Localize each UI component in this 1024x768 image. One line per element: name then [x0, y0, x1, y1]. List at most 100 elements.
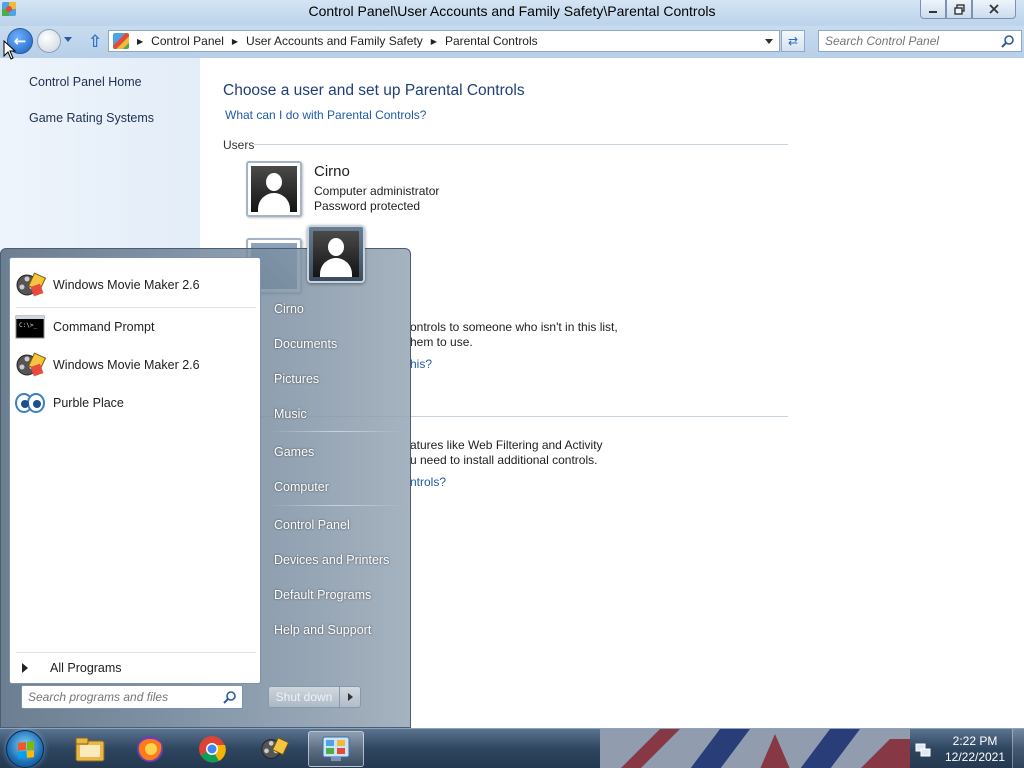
command-prompt-icon: C:\>_	[15, 315, 45, 339]
control-panel-icon	[113, 33, 129, 49]
all-programs-label: All Programs	[50, 661, 122, 675]
start-right-user[interactable]: Cirno	[274, 302, 304, 316]
start-menu: Windows Movie Maker 2.6 C:\>_ Command Pr…	[0, 225, 411, 728]
all-programs-button[interactable]: All Programs	[10, 656, 260, 680]
start-button[interactable]	[6, 730, 44, 768]
info-link[interactable]: ntrols?	[410, 475, 446, 489]
info-text: u need to install additional controls.	[410, 453, 598, 467]
start-right-games[interactable]: Games	[274, 445, 314, 459]
program-label: Purble Place	[53, 396, 124, 410]
caption-buttons	[920, 0, 1016, 19]
start-right-help-support[interactable]: Help and Support	[274, 623, 371, 637]
shutdown-options-button[interactable]	[339, 686, 361, 708]
start-right-pictures[interactable]: Pictures	[274, 372, 319, 386]
refresh-button[interactable]: ⇄	[781, 30, 805, 52]
chevron-right-icon[interactable]: ▶	[137, 37, 143, 46]
chevron-right-icon[interactable]: ▶	[431, 37, 437, 46]
minimize-button[interactable]	[920, 0, 946, 19]
close-icon	[989, 4, 999, 14]
address-bar[interactable]: ▶ Control Panel ▶ User Accounts and Fami…	[108, 30, 780, 52]
address-dropdown-icon[interactable]	[765, 38, 773, 44]
taskbar-movie-maker[interactable]	[246, 731, 302, 767]
taskbar: 2:22 PM 12/22/2021	[0, 728, 1024, 768]
shutdown-button[interactable]: Shut down	[268, 686, 340, 708]
chevron-right-icon[interactable]: ▶	[232, 37, 238, 46]
breadcrumb-parental-controls[interactable]: Parental Controls	[445, 34, 538, 48]
user-picture-cirno[interactable]	[246, 161, 302, 217]
start-right-divider	[267, 505, 405, 506]
info-text: atures like Web Filtering and Activity	[410, 438, 603, 452]
control-panel-home-link[interactable]: Control Panel Home	[29, 75, 142, 89]
breadcrumb-control-panel[interactable]: Control Panel	[151, 34, 224, 48]
clock-time: 2:22 PM	[952, 734, 998, 748]
movie-maker-icon	[261, 737, 290, 759]
page-title: Choose a user and set up Parental Contro…	[223, 82, 525, 99]
recent-pages-dropdown[interactable]	[64, 37, 72, 42]
taskbar-explorer[interactable]	[62, 731, 118, 767]
start-right-divider	[267, 431, 405, 432]
forward-button[interactable]	[37, 29, 61, 53]
taskbar-control-panel[interactable]	[308, 731, 364, 767]
restore-button[interactable]	[946, 0, 972, 19]
parental-controls-help-link[interactable]: What can I do with Parental Controls?	[225, 108, 426, 122]
program-item[interactable]: Windows Movie Maker 2.6	[10, 346, 260, 384]
network-icon[interactable]	[914, 741, 932, 759]
taskbar-firefox[interactable]	[122, 731, 178, 767]
start-search-box[interactable]	[21, 685, 243, 709]
firefox-icon	[137, 736, 163, 762]
windows-logo-icon	[18, 741, 34, 759]
start-right-devices-printers[interactable]: Devices and Printers	[274, 553, 389, 567]
start-right-control-panel[interactable]: Control Panel	[274, 518, 350, 532]
game-rating-systems-link[interactable]: Game Rating Systems	[29, 111, 154, 125]
movie-maker-icon	[16, 272, 46, 297]
start-menu-user-picture[interactable]	[307, 225, 365, 283]
control-panel-icon	[322, 736, 350, 761]
program-item[interactable]: C:\>_ Command Prompt	[10, 308, 260, 346]
mouse-cursor-icon	[3, 40, 17, 60]
close-button[interactable]	[972, 0, 1016, 19]
program-item[interactable]: Purble Place	[10, 384, 260, 422]
breadcrumb-user-accounts[interactable]: User Accounts and Family Safety	[246, 34, 423, 48]
minimize-icon	[929, 11, 937, 13]
user-role: Computer administrator	[314, 184, 440, 198]
search-box[interactable]	[818, 30, 1022, 52]
program-item[interactable]: Windows Movie Maker 2.6	[10, 266, 260, 304]
search-icon[interactable]	[1001, 34, 1015, 48]
svg-text:C:\>_: C:\>_	[19, 322, 37, 329]
user-name[interactable]: Cirno	[314, 163, 350, 180]
info-text: ontrols to someone who isn't in this lis…	[410, 320, 618, 334]
purble-place-icon	[15, 393, 45, 413]
refresh-icon: ⇄	[787, 34, 799, 48]
navigation-bar: ← ⇧ ▶ Control Panel ▶ User Accounts and …	[0, 26, 1024, 58]
start-right-documents[interactable]: Documents	[274, 337, 337, 351]
start-right-computer[interactable]: Computer	[274, 480, 329, 494]
program-list: Windows Movie Maker 2.6 C:\>_ Command Pr…	[9, 257, 261, 684]
user-silhouette-icon	[251, 166, 297, 212]
program-label: Windows Movie Maker 2.6	[53, 278, 200, 292]
window-title: Control Panel\User Accounts and Family S…	[308, 3, 716, 19]
users-section-label: Users	[223, 138, 255, 152]
start-search-input[interactable]	[22, 686, 218, 708]
clock-date: 12/22/2021	[944, 750, 1006, 764]
info-link[interactable]: his?	[410, 357, 432, 371]
search-input[interactable]	[819, 31, 997, 51]
search-icon[interactable]	[223, 690, 237, 704]
triangle-right-icon	[347, 693, 353, 701]
user-silhouette-icon	[313, 231, 359, 277]
program-label: Windows Movie Maker 2.6	[53, 358, 200, 372]
up-arrow-icon[interactable]: ⇧	[88, 32, 102, 52]
movie-maker-icon	[16, 352, 46, 377]
file-explorer-icon	[75, 737, 105, 762]
system-clock[interactable]: 2:22 PM 12/22/2021	[940, 733, 1010, 765]
start-right-default-programs[interactable]: Default Programs	[274, 588, 371, 602]
chrome-icon	[199, 736, 226, 763]
wallpaper-peek	[600, 729, 910, 768]
taskbar-chrome[interactable]	[184, 731, 240, 767]
section-divider	[254, 144, 788, 145]
info-text: hem to use.	[410, 335, 473, 349]
title-bar[interactable]: Control Panel\User Accounts and Family S…	[0, 0, 1024, 26]
start-right-music[interactable]: Music	[274, 407, 307, 421]
program-label: Command Prompt	[53, 320, 155, 334]
triangle-right-icon	[22, 663, 28, 673]
show-desktop-button[interactable]	[1012, 729, 1024, 768]
